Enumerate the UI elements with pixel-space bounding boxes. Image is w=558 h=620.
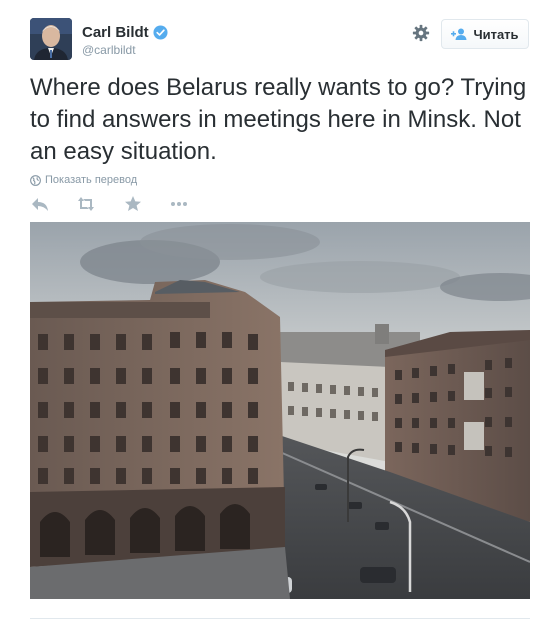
minsk-street-photo (30, 222, 530, 599)
gear-icon[interactable] (412, 24, 430, 42)
verified-badge-icon (153, 25, 168, 40)
star-icon[interactable] (123, 194, 143, 214)
reply-icon[interactable] (30, 194, 50, 214)
follow-button[interactable]: Читать (441, 19, 529, 49)
translate-link[interactable]: Показать перевод (30, 174, 137, 186)
translate-label: Показать перевод (45, 174, 138, 186)
tweet-photo[interactable] (30, 222, 530, 599)
follow-button-label: Читать (473, 26, 519, 42)
author-name[interactable]: Carl Bildt (82, 24, 149, 41)
avatar-image (30, 18, 72, 60)
add-user-icon (451, 28, 467, 40)
tweet-text: Where does Belarus really wants to go? T… (30, 74, 527, 165)
more-icon[interactable] (169, 194, 189, 214)
retweet-icon[interactable] (76, 194, 96, 214)
globe-icon (30, 174, 41, 186)
avatar[interactable] (30, 18, 72, 60)
author-name-row[interactable]: Carl Bildt (82, 24, 168, 41)
tweet-divider (30, 618, 530, 619)
author-handle[interactable]: @carlbildt (82, 43, 136, 57)
